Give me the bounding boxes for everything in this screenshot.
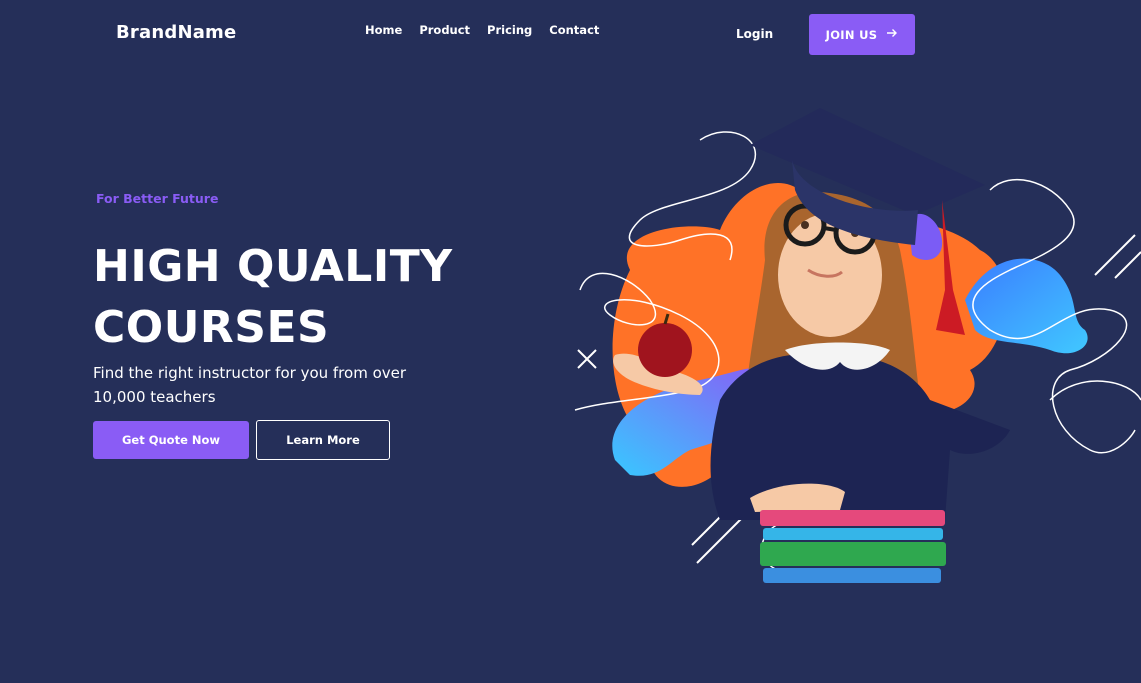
nav-pricing[interactable]: Pricing — [487, 23, 532, 37]
nav-product[interactable]: Product — [419, 23, 470, 37]
get-quote-button[interactable]: Get Quote Now — [93, 421, 249, 459]
arrow-right-icon — [887, 27, 898, 42]
nav-contact[interactable]: Contact — [549, 23, 599, 37]
curvy-line-far-right — [1049, 380, 1141, 401]
login-link[interactable]: Login — [736, 27, 773, 41]
x-mark — [577, 349, 597, 369]
join-us-button[interactable]: JOIN US — [809, 14, 915, 55]
join-us-label: JOIN US — [825, 27, 878, 42]
hero-tagline: For Better Future — [96, 191, 219, 206]
hero-headline: HIGH QUALITY COURSES — [93, 236, 513, 358]
hero-subtext: Find the right instructor for you from o… — [93, 364, 407, 406]
brand-logo[interactable]: BrandName — [116, 22, 236, 43]
headline-line-2: COURSES — [93, 302, 330, 353]
main-nav: Home Product Pricing Contact — [365, 23, 599, 37]
line-accent-right — [1094, 234, 1141, 279]
nav-home[interactable]: Home — [365, 23, 402, 37]
hero-illustration — [574, 108, 1141, 583]
learn-more-button[interactable]: Learn More — [256, 420, 390, 460]
headline-line-1: HIGH QUALITY — [93, 241, 453, 292]
